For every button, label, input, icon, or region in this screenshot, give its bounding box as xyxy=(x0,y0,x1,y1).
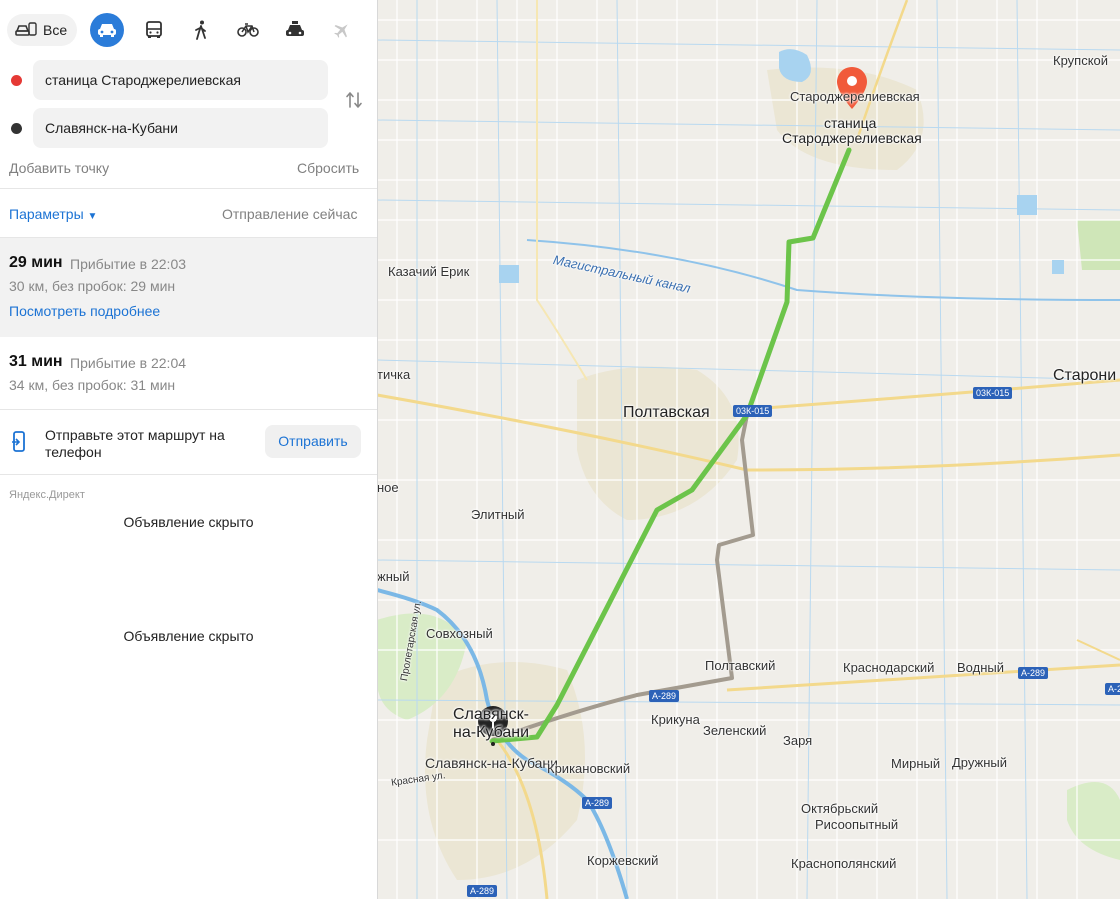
from-input[interactable]: станица Староджерелиевская xyxy=(33,60,328,100)
map-label: Дружный xyxy=(952,755,1008,770)
map-label: Крикуна xyxy=(651,712,700,727)
send-button[interactable]: Отправить xyxy=(265,425,361,458)
road-shield: А-289 xyxy=(467,885,498,897)
bike-mode-button[interactable] xyxy=(231,13,265,47)
map-label: Крупской xyxy=(1053,53,1109,68)
multi-transport-icon xyxy=(15,20,37,41)
view-details-link[interactable]: Посмотреть подробнее xyxy=(9,303,160,319)
swap-icon xyxy=(346,92,362,108)
map-label: Старони xyxy=(1053,367,1117,384)
variant-details: 34 км, без пробок: 31 мин xyxy=(9,377,176,393)
map-label: Краснополянский xyxy=(791,856,897,871)
route-panel: Все станица Староджерелиевская Славянск-… xyxy=(0,0,378,899)
caret-down-icon: ▼ xyxy=(87,211,98,222)
route-variant[interactable]: 31 мин Прибытие в 22:04 34 км, без пробо… xyxy=(0,338,377,409)
parameters-dropdown[interactable]: Параметры ▼ xyxy=(9,206,97,222)
map-label: Славянск- xyxy=(453,706,529,723)
car-icon xyxy=(98,24,117,37)
variant-arrival: Прибытие в 22:03 xyxy=(70,256,187,272)
map-label: Водный xyxy=(957,660,1004,675)
map-label: Совхозный xyxy=(426,626,493,641)
phone-icon xyxy=(12,431,28,458)
map-label: Славянск-на-Кубани xyxy=(425,755,558,771)
variant-time: 29 мин xyxy=(9,254,63,271)
transit-mode-button[interactable] xyxy=(137,13,171,47)
mode-all-button[interactable]: Все xyxy=(7,14,78,46)
taxi-mode-button[interactable] xyxy=(278,13,312,47)
map-label: Заря xyxy=(783,733,813,748)
transport-modes: Все xyxy=(7,11,359,49)
map-label: Элитный xyxy=(471,507,525,522)
map-label: тичка xyxy=(377,367,411,382)
map-label: Староджерелиевская xyxy=(782,130,922,146)
map-label: Рисоопытный xyxy=(815,817,899,832)
from-marker-dot xyxy=(11,75,22,86)
variant-time: 31 мин xyxy=(9,353,63,370)
map-label: Зеленский xyxy=(703,723,767,738)
map-label: ное xyxy=(377,480,399,495)
map-label: Полтавская xyxy=(623,404,710,421)
divider xyxy=(0,474,377,475)
to-input[interactable]: Славянск-на-Кубани xyxy=(33,108,328,148)
bicycle-icon xyxy=(237,23,259,37)
plane-icon xyxy=(334,24,348,38)
yandex-direct-label: Яндекс.Директ xyxy=(9,489,85,501)
departure-time-selector[interactable]: Отправление сейчас xyxy=(222,206,357,222)
road-shield: 03К-015 xyxy=(973,387,1013,399)
map-label: на-Кубани xyxy=(453,724,530,741)
reset-link[interactable]: Сбросить xyxy=(297,160,359,176)
map-label: Мирный xyxy=(891,756,941,771)
add-point-link[interactable]: Добавить точку xyxy=(9,160,109,176)
road-shield: А-289 xyxy=(582,797,613,809)
map-label: станица xyxy=(824,115,877,131)
walk-mode-button[interactable] xyxy=(184,13,218,47)
map-label: жный xyxy=(377,569,410,584)
taxi-icon xyxy=(286,21,305,36)
plane-mode-button[interactable] xyxy=(325,13,359,47)
parameters-label: Параметры xyxy=(9,206,84,222)
to-marker-dot xyxy=(11,123,22,134)
map-label: Крикановский xyxy=(547,761,631,776)
map-label: Староджерелиевская xyxy=(790,89,920,104)
route-variant-selected[interactable]: 29 мин Прибытие в 22:03 30 км, без пробо… xyxy=(0,238,377,337)
road-shield: 03К-015 xyxy=(733,405,773,417)
swap-points-button[interactable] xyxy=(344,90,364,110)
divider xyxy=(0,188,377,189)
map-canvas[interactable]: Крупской Староджерелиевская станица Стар… xyxy=(377,0,1120,899)
map-label: Коржевский xyxy=(587,853,659,868)
send-to-phone-text: Отправьте этот маршрут на телефон xyxy=(45,427,225,460)
road-shield: А-289 xyxy=(1018,667,1049,679)
bus-icon xyxy=(146,21,163,38)
car-mode-button[interactable] xyxy=(90,13,125,47)
variant-arrival: Прибытие в 22:04 xyxy=(70,355,187,371)
ad-placeholder: Объявление скрыто xyxy=(123,514,254,530)
ad-placeholder: Объявление скрыто xyxy=(123,628,254,644)
walker-icon xyxy=(195,20,207,40)
road-shield: А-289 xyxy=(1105,683,1120,695)
map-label: Полтавский xyxy=(705,658,776,673)
divider xyxy=(0,409,377,410)
map-label: Казачий Ерик xyxy=(388,264,470,279)
map-label: Краснодарский xyxy=(843,660,935,675)
variant-details: 30 км, без пробок: 29 мин xyxy=(9,278,176,294)
road-shield: А-289 xyxy=(649,690,680,702)
mode-all-label: Все xyxy=(43,22,68,38)
map-label: Октябрьский xyxy=(801,801,879,816)
